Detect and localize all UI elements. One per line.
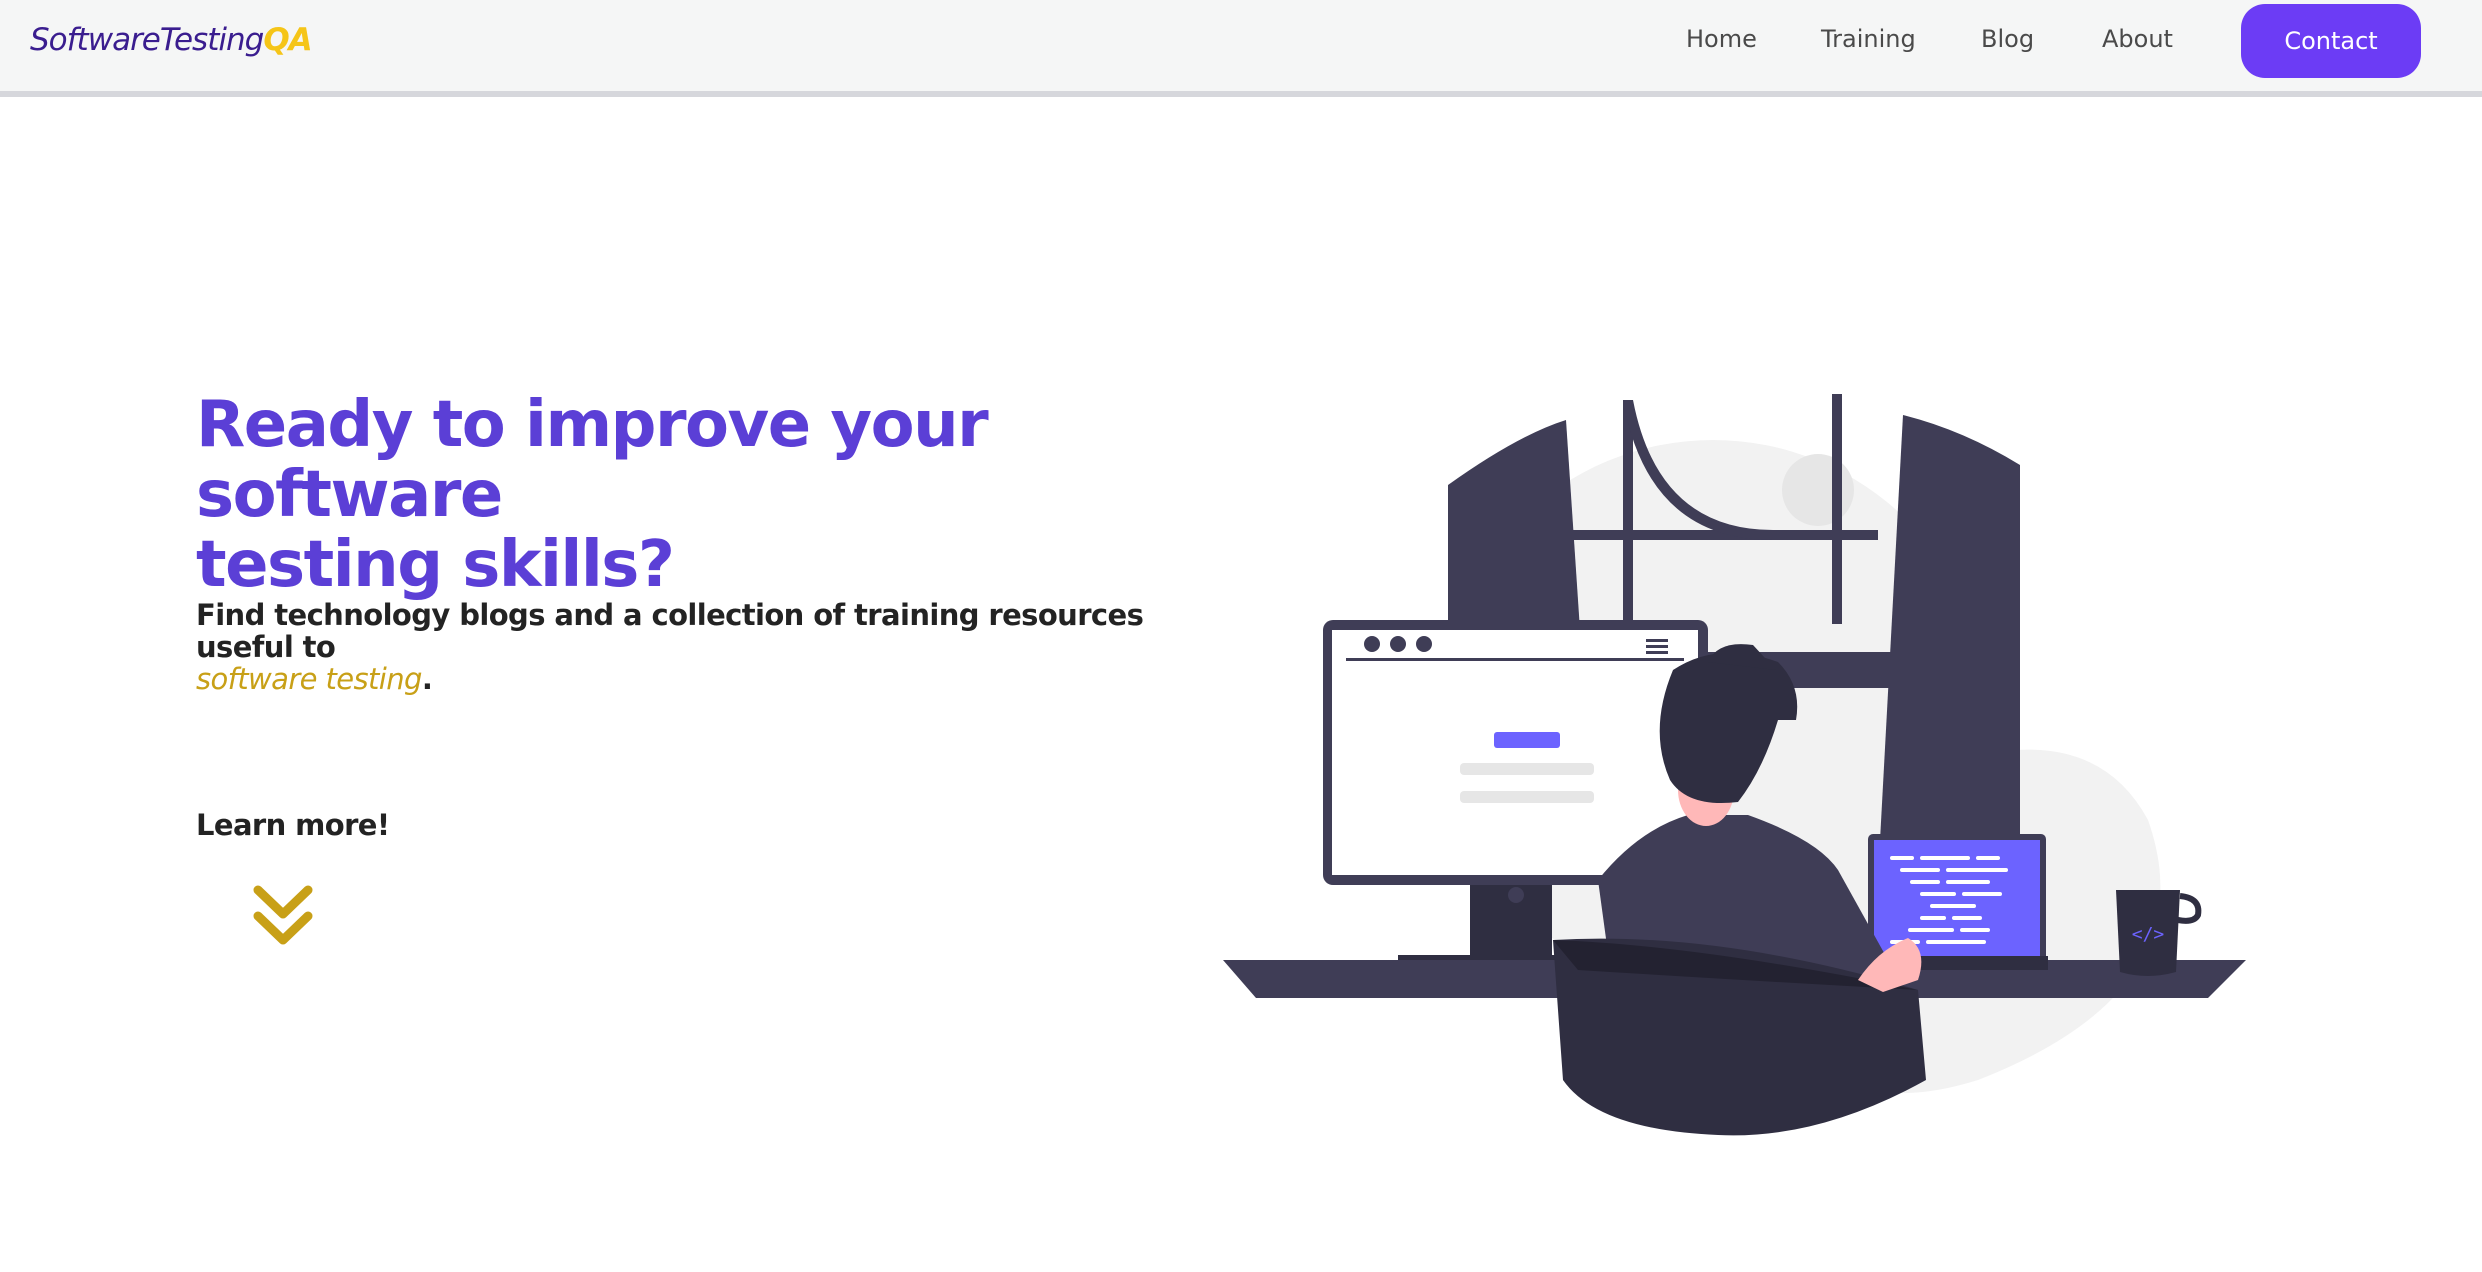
developer-at-desk-illustration: </> [1223, 394, 2246, 1136]
software-testing-link[interactable]: software testing [196, 662, 422, 696]
hero-title-line-1: Ready to improve your software [196, 388, 989, 532]
screen-line [1460, 791, 1594, 803]
learn-more-label: Learn more! [196, 808, 390, 842]
screen-button [1494, 732, 1560, 748]
browser-menu-line [1646, 651, 1668, 654]
window-bar-vertical-right [1832, 394, 1842, 624]
browser-menu-line [1646, 645, 1668, 648]
nav-training-link[interactable]: Training [1821, 25, 1916, 53]
hero-title-line-2: testing skills? [196, 528, 675, 602]
contact-button[interactable]: Contact [2241, 4, 2421, 78]
nav-about-link[interactable]: About [2102, 25, 2173, 53]
small-wall-circle [1782, 454, 1854, 526]
browser-dot [1364, 636, 1380, 652]
hero-subtitle: Find technology blogs and a collection o… [196, 599, 1196, 695]
hero-title: Ready to improve your software testing s… [196, 390, 1256, 600]
double-chevron-down-icon[interactable] [250, 884, 316, 950]
browser-dot [1416, 636, 1432, 652]
monitor-button [1508, 887, 1524, 903]
hero-subtitle-period: . [421, 662, 433, 696]
browser-menu-line [1646, 639, 1668, 642]
browser-bar-line [1346, 658, 1684, 661]
hero-subtitle-text: Find technology blogs and a collection o… [196, 598, 1144, 664]
mug-code-icon: </> [2132, 924, 2165, 945]
logo-main-text: SoftwareTesting [30, 22, 264, 58]
curtain-left [1448, 420, 1580, 630]
top-navbar: SoftwareTestingQA Home Training Blog Abo… [0, 0, 2482, 97]
screen-line [1460, 763, 1594, 775]
logo-accent-text: QA [263, 22, 312, 58]
nav-blog-link[interactable]: Blog [1981, 25, 2034, 53]
site-logo[interactable]: SoftwareTestingQA [30, 22, 313, 58]
nav-home-link[interactable]: Home [1686, 25, 1757, 53]
browser-dot [1390, 636, 1406, 652]
mug-handle [2177, 893, 2202, 924]
